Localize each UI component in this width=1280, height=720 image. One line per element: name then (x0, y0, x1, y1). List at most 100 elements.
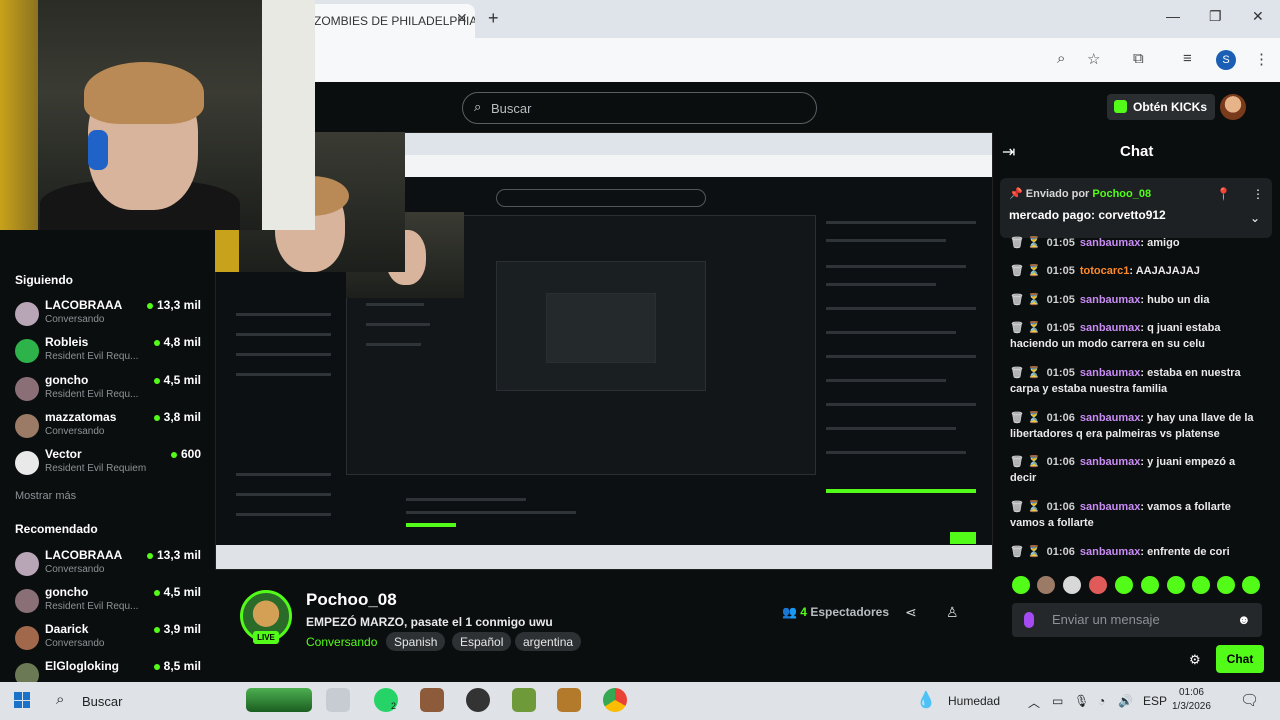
user-avatar[interactable] (1220, 94, 1246, 120)
viewer-count: 3,8 mil (153, 410, 201, 424)
viewer-count: 4,5 mil (153, 585, 201, 599)
stream-tag[interactable]: Español (452, 632, 512, 651)
minimize-button[interactable]: — (1166, 8, 1180, 24)
sidebar-channel[interactable]: Daarick Conversando 3,9 mil (15, 622, 205, 658)
emote-icon[interactable] (1089, 576, 1107, 594)
emote-icon[interactable] (1063, 576, 1081, 594)
viewer-count: 4,5 mil (153, 373, 201, 387)
star-icon[interactable]: ☆ (1087, 50, 1100, 68)
channel-category: Resident Evil Requ... (45, 601, 139, 612)
emote-icon[interactable] (1115, 576, 1133, 594)
sidebar-channel[interactable]: mazzatomas Conversando 3,8 mil (15, 410, 205, 446)
volume-icon[interactable]: 🔊 (1118, 694, 1133, 708)
new-tab-button[interactable]: + (488, 8, 499, 29)
system-clock[interactable]: 01:06 1/3/2026 (1172, 686, 1211, 714)
background-wall (0, 0, 38, 230)
gear-icon[interactable]: ⚙ (1189, 652, 1201, 668)
emote-icon[interactable] (1217, 576, 1235, 594)
microphone-icon[interactable]: 🎙 (1074, 694, 1089, 708)
close-window-button[interactable]: ✕ (1252, 8, 1264, 25)
media-icon[interactable]: ≡ (1183, 50, 1192, 67)
captured-emotes (826, 489, 976, 493)
browser-tab[interactable]: ZOMBIES DE PHILADELPHIA (300, 4, 475, 38)
send-chat-button[interactable]: Chat (1216, 645, 1264, 673)
task-view-icon[interactable] (326, 688, 350, 712)
emote-icon[interactable] (1242, 576, 1260, 594)
speaker-icon[interactable]: ▭ (1052, 694, 1063, 708)
channel-category: Conversando (45, 426, 105, 437)
pin-icon[interactable]: 📍 (1216, 187, 1231, 201)
chat-message-input[interactable]: Enviar un mensaje (1012, 603, 1262, 637)
streamer-hair (84, 62, 204, 124)
record-app-icon[interactable] (466, 688, 490, 712)
captured-line (236, 493, 331, 496)
stream-category[interactable]: Conversando (306, 635, 377, 649)
search-input[interactable]: Buscar (462, 92, 817, 124)
taskbar-search[interactable]: Buscar (82, 694, 122, 709)
chat-message: 🗑⏳ 01:05 sanbaumax: amigo (1010, 237, 1180, 249)
zoom-icon[interactable]: ⌕ (1057, 50, 1065, 67)
captured-tag (406, 523, 456, 527)
sidebar-channel[interactable]: Robleis Resident Evil Requ... 4,8 mil (15, 335, 205, 371)
emote-icon[interactable] (1192, 576, 1210, 594)
emote-icon[interactable] (1141, 576, 1159, 594)
emote-icon[interactable] (1012, 576, 1030, 594)
windows-start-icon[interactable] (14, 692, 30, 708)
captured-line (826, 265, 966, 268)
game-app-icon[interactable] (420, 688, 444, 712)
emote-icon[interactable] (1167, 576, 1185, 594)
collapse-chat-icon[interactable]: ⇥ (1002, 142, 1015, 162)
pinned-text: mercado pago: corvetto912 (1009, 208, 1166, 222)
captured-line (236, 333, 331, 336)
search-icon[interactable]: ⌕ (56, 691, 64, 708)
channel-name: ElGlogloking (45, 659, 119, 673)
more-options-icon[interactable]: ⋮ (1252, 187, 1264, 201)
clock-date: 1/3/2026 (1172, 701, 1211, 712)
show-more-link[interactable]: Mostrar más (15, 490, 76, 502)
minecraft-icon[interactable] (512, 688, 536, 712)
humidity-icon[interactable]: 💧 (916, 690, 936, 710)
weather-label[interactable]: Humedad (948, 694, 1000, 708)
chat-title: Chat (1120, 143, 1154, 160)
landscape-widget-icon[interactable] (246, 688, 312, 712)
emoji-icon[interactable]: ☻ (1237, 612, 1251, 627)
sidebar-channel[interactable]: LACOBRAAA Conversando 13,3 mil (15, 298, 205, 334)
extensions-icon[interactable]: ⧉ (1133, 50, 1144, 67)
share-icon[interactable]: ⋖ (905, 604, 917, 621)
emote-icon[interactable] (1037, 576, 1055, 594)
channel-category: Resident Evil Requiem (45, 463, 147, 474)
notification-icon[interactable]: 🗨 (1240, 691, 1259, 709)
chrome-icon[interactable] (603, 688, 627, 712)
channel-avatar (15, 302, 39, 326)
captured-line (236, 373, 331, 376)
chevron-up-icon[interactable]: ︿ (1028, 694, 1040, 711)
moderation-icons: 🗑⏳ (1010, 322, 1044, 334)
wifi-icon[interactable]: ◔ (1098, 694, 1105, 708)
tab-close-icon[interactable]: ✕ (456, 10, 468, 27)
profile-avatar[interactable]: S (1216, 50, 1236, 70)
sidebar-channel[interactable]: Vector Resident Evil Requiem 600 (15, 447, 205, 483)
kick-badge-icon (1024, 612, 1034, 628)
stream-tag[interactable]: Spanish (386, 632, 446, 651)
whatsapp-badge: 2 (391, 701, 397, 711)
captured-chat-button (950, 532, 976, 544)
language-indicator[interactable]: ESP (1143, 694, 1167, 708)
sidebar-channel[interactable]: goncho Resident Evil Requ... 4,5 mil (15, 373, 205, 409)
captured-line (366, 343, 421, 346)
sidebar-channel[interactable]: LACOBRAAA Conversando 13,3 mil (15, 548, 205, 584)
streamer-name[interactable]: Pochoo_08 (306, 590, 397, 610)
stream-tag[interactable]: argentina (515, 632, 582, 651)
follow-icon[interactable]: ♙ (946, 604, 959, 621)
max-app-icon[interactable] (557, 688, 581, 712)
captured-video-level-4 (546, 293, 656, 363)
viewer-count: 3,9 mil (153, 622, 201, 636)
captured-line (236, 513, 331, 516)
restore-button[interactable]: ❐ (1209, 8, 1222, 25)
recommended-title: Recomendado (15, 522, 98, 536)
menu-icon[interactable]: ⋮ (1254, 50, 1269, 68)
captured-chat (820, 217, 990, 547)
captured-line (366, 323, 430, 326)
chevron-down-icon[interactable]: ⌄ (1250, 211, 1260, 225)
sidebar-channel[interactable]: goncho Resident Evil Requ... 4,5 mil (15, 585, 205, 621)
pinned-by: 📌 Enviado por Pochoo_08 (1009, 188, 1152, 200)
